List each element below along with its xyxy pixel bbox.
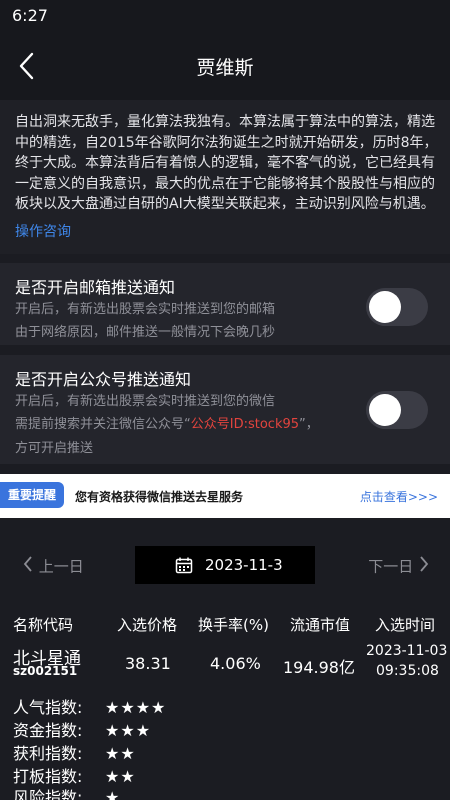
- notice-text: 您有资格获得微信推送去星服务: [75, 490, 244, 504]
- wechat-notice-desc-1: 开启后，有新选出股票会实时推送到您的微信: [15, 394, 276, 409]
- wechat-desc-suffix: ”，: [299, 417, 319, 432]
- consult-link[interactable]: 操作咨询: [15, 221, 71, 241]
- view-details-link[interactable]: 点击查看>>>: [360, 488, 438, 505]
- algorithm-intro: 自出洞来无敌手，量化算法我独有。本算法属于算法中的算法，精选中的精选，自2015…: [0, 100, 450, 254]
- col-header-turnover: 换手率(%): [198, 616, 269, 634]
- prev-day-label: 上一日: [38, 557, 84, 576]
- index-label: 风险指数:: [13, 788, 83, 800]
- status-bar: 6:27: [0, 0, 450, 32]
- turnover-rate: 4.06%: [210, 654, 261, 673]
- col-header-market-cap: 流通市值: [290, 616, 351, 634]
- selected-date-value: 2023-11-03: [366, 643, 448, 659]
- wechat-desc-prefix: 需提前搜索并关注微信公众号“: [15, 417, 191, 432]
- status-time: 6:27: [12, 6, 48, 25]
- col-header-time: 入选时间: [375, 616, 436, 634]
- star-rating-icon: ★★★: [105, 721, 152, 740]
- email-push-toggle[interactable]: [366, 288, 428, 326]
- wechat-notice-title: 是否开启公众号推送通知: [15, 370, 192, 389]
- profit-index: 获利指数: ★★: [13, 740, 136, 764]
- capital-index: 资金指数: ★★★: [13, 717, 151, 741]
- chevron-left-icon: [22, 555, 34, 577]
- index-label: 资金指数:: [13, 721, 83, 740]
- intro-text: 自出洞来无敌手，量化算法我独有。本算法属于算法中的算法，精选中的精选，自2015…: [15, 114, 438, 212]
- wechat-notice-desc-3: 方可开启推送: [15, 441, 94, 456]
- star-rating-icon: ★: [105, 788, 121, 800]
- selected-time-value: 09:35:08: [376, 663, 439, 679]
- date-picker[interactable]: 2023-11-3: [135, 546, 315, 584]
- risk-index: 风险指数: ★: [13, 784, 120, 800]
- selected-price: 38.31: [125, 654, 171, 673]
- wechat-notice-desc-2: 需提前搜索并关注微信公众号“公众号ID:stock95”，: [15, 413, 319, 432]
- date-navigation: 上一日 2023-11-3 下一日: [0, 540, 450, 590]
- nav-bar: 贾维斯: [0, 32, 450, 100]
- notice-badge: 重要提醒: [0, 482, 64, 508]
- market-cap: 194.98亿: [283, 658, 355, 677]
- email-notice-desc-2: 由于网络原因，邮件推送一般情况下会晚几秒: [15, 325, 276, 340]
- index-label: 获利指数:: [13, 744, 83, 763]
- email-notice-title: 是否开启邮箱推送通知: [15, 278, 176, 297]
- calendar-icon: [175, 557, 193, 574]
- star-rating-icon: ★★: [105, 744, 136, 763]
- page-title: 贾维斯: [196, 57, 254, 79]
- next-day-button[interactable]: 下一日: [368, 555, 430, 577]
- prev-day-button[interactable]: 上一日: [22, 555, 84, 577]
- toggle-knob: [369, 291, 401, 323]
- star-rating-icon: ★★★★: [105, 698, 167, 717]
- wechat-account-id: 公众号ID:stock95: [190, 417, 300, 432]
- popularity-index: 人气指数: ★★★★: [13, 694, 166, 718]
- email-notice-desc-1: 开启后，有新选出股票会实时推送到您的邮箱: [15, 302, 276, 317]
- stock-code: sz002151: [13, 664, 78, 678]
- col-header-price: 入选价格: [117, 616, 178, 634]
- chevron-right-icon: [418, 555, 430, 577]
- important-notice-bar: 重要提醒 您有资格获得微信推送去星服务 点击查看>>>: [0, 474, 450, 518]
- next-day-label: 下一日: [368, 557, 414, 576]
- selected-date: 2023-11-3: [205, 556, 283, 574]
- index-label: 人气指数:: [13, 698, 83, 717]
- wechat-push-toggle[interactable]: [366, 391, 428, 429]
- toggle-knob: [369, 394, 401, 426]
- col-header-name-code: 名称代码: [13, 616, 74, 634]
- email-notification-section: 是否开启邮箱推送通知 开启后，有新选出股票会实时推送到您的邮箱 由于网络原因，邮…: [0, 263, 450, 345]
- wechat-notification-section: 是否开启公众号推送通知 开启后，有新选出股票会实时推送到您的微信 需提前搜索并关…: [0, 355, 450, 464]
